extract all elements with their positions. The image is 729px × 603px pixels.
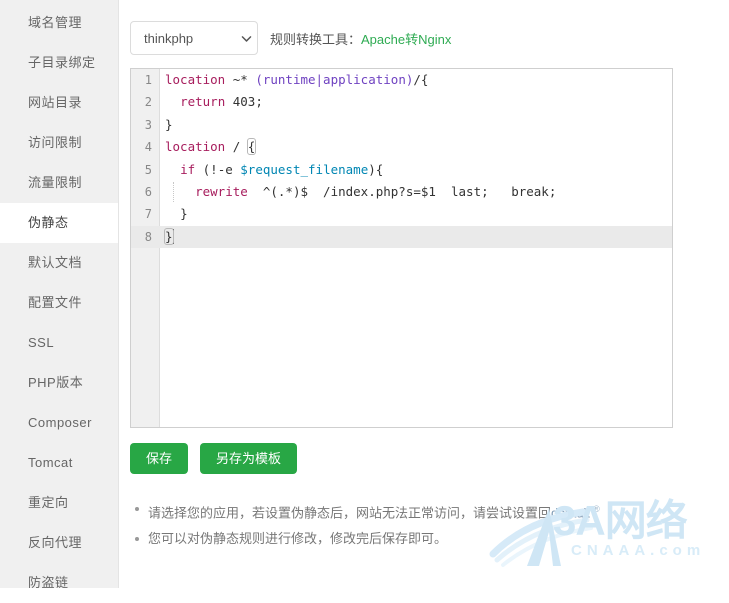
registered-mark-icon: ®	[593, 504, 600, 514]
chevron-down-icon	[235, 32, 257, 45]
action-buttons: 保存 另存为模板	[130, 443, 298, 474]
token-operator: ~*	[225, 72, 256, 87]
application-select-value: thinkphp	[144, 30, 194, 46]
code-line[interactable]: 2 return 403;	[131, 91, 672, 113]
line-content: location ~* (runtime|application)/{	[159, 69, 428, 91]
sidebar-item-reverse-proxy[interactable]: 反向代理	[0, 523, 118, 563]
pseudo-static-code-editor[interactable]: 1 location ~* (runtime|application)/{ 2 …	[130, 68, 673, 428]
token-keyword: rewrite	[195, 183, 248, 199]
code-line[interactable]: 4 location / {	[131, 136, 672, 158]
sidebar-item-default-document[interactable]: 默认文档	[0, 243, 118, 283]
token-brace: }	[180, 206, 188, 222]
token-keyword: return	[180, 94, 226, 110]
line-number: 1	[144, 73, 152, 87]
sidebar-item-website-directory[interactable]: 网站目录	[0, 83, 118, 123]
code-line[interactable]: 6 rewrite ^(.*)$ /index.php?s=$1 last; b…	[131, 181, 672, 203]
sidebar-item-composer[interactable]: Composer	[0, 403, 118, 443]
sidebar-item-traffic-limit[interactable]: 流量限制	[0, 163, 118, 203]
line-content: return 403;	[159, 91, 263, 113]
rule-converter-text: 规则转换工具：	[270, 31, 362, 47]
token-number: 403;	[225, 94, 263, 110]
line-number: 8	[144, 229, 152, 244]
line-content: rewrite ^(.*)$ /index.php?s=$1 last; bre…	[159, 181, 556, 203]
indent-guide	[173, 181, 174, 202]
token-path: /	[225, 139, 248, 155]
code-line[interactable]: 1 location ~* (runtime|application)/{	[131, 69, 672, 91]
sidebar: 域名管理 子目录绑定 网站目录 访问限制 流量限制 伪静态 默认文档 配置文件 …	[0, 0, 119, 590]
note-item: 您可以对伪静态规则进行修改，修改完后保存即可。	[135, 526, 600, 552]
token-tail: ){	[368, 161, 384, 177]
token-keyword: location	[165, 139, 226, 155]
sidebar-item-domain-management[interactable]: 域名管理	[0, 3, 118, 43]
line-content: }	[165, 116, 173, 132]
token-brace-match: {	[246, 138, 257, 156]
page-root: 域名管理 子目录绑定 网站目录 访问限制 流量限制 伪静态 默认文档 配置文件 …	[0, 0, 729, 590]
sidebar-item-php-version[interactable]: PHP版本	[0, 363, 118, 403]
line-number: 7	[144, 207, 152, 222]
application-select[interactable]: thinkphp	[130, 21, 258, 55]
code-lines: 1 location ~* (runtime|application)/{ 2 …	[131, 69, 672, 249]
code-area[interactable]: 1 location ~* (runtime|application)/{ 2 …	[131, 69, 672, 427]
line-content: location / {	[159, 136, 257, 158]
text-cursor	[172, 228, 174, 244]
token-condition: (!-e	[195, 161, 241, 177]
toolbar: thinkphp 规则转换工具：Apache转Nginx	[119, 0, 729, 57]
line-number: 2	[144, 95, 152, 110]
note-highlight: default	[551, 505, 591, 521]
sidebar-item-tomcat[interactable]: Tomcat	[0, 443, 118, 483]
line-number: 5	[144, 162, 152, 177]
code-line[interactable]: 3 }	[131, 114, 672, 136]
token-group: (runtime|application)	[255, 72, 414, 87]
sidebar-item-redirect[interactable]: 重定向	[0, 483, 118, 523]
sidebar-item-ssl[interactable]: SSL	[0, 323, 118, 363]
help-notes: 请选择您的应用，若设置伪静态后，网站无法正常访问，请尝试设置回default ® …	[130, 496, 600, 552]
note-item: 请选择您的应用，若设置伪静态后，网站无法正常访问，请尝试设置回default ®	[135, 496, 600, 526]
line-number: 4	[144, 140, 152, 155]
line-number: 3	[144, 117, 152, 132]
code-line[interactable]: 5 if (!-e $request_filename){	[131, 159, 672, 181]
sidebar-item-access-restriction[interactable]: 访问限制	[0, 123, 118, 163]
note-text: 您可以对伪静态规则进行修改，修改完后保存即可。	[148, 531, 448, 547]
line-number: 6	[144, 184, 152, 199]
sidebar-item-pseudo-static[interactable]: 伪静态	[0, 203, 118, 243]
rule-converter-label: 规则转换工具：Apache转Nginx	[270, 29, 451, 48]
apache-to-nginx-link[interactable]: Apache转Nginx	[361, 32, 451, 47]
note-text: 请选择您的应用，若设置伪静态后，网站无法正常访问，请尝试设置回	[148, 505, 552, 521]
sidebar-item-subdirectory-binding[interactable]: 子目录绑定	[0, 43, 118, 83]
code-line[interactable]: 7 }	[131, 203, 672, 225]
line-content: }	[159, 203, 188, 225]
line-content: if (!-e $request_filename){	[159, 159, 383, 181]
sidebar-item-anti-leech[interactable]: 防盗链	[0, 563, 118, 603]
main-panel: thinkphp 规则转换工具：Apache转Nginx 1 location …	[119, 0, 729, 588]
token-keyword: if	[180, 161, 196, 177]
code-line-active[interactable]: 8 }	[131, 225, 672, 249]
token-tail: /{	[413, 72, 429, 87]
token-brace-match: }	[164, 227, 174, 245]
save-as-template-button[interactable]: 另存为模板	[200, 443, 298, 474]
token-rewrite-args: ^(.*)$ /index.php?s=$1 last; break;	[247, 183, 557, 199]
sidebar-item-config-file[interactable]: 配置文件	[0, 283, 118, 323]
token-variable: $request_filename	[240, 161, 369, 177]
token-keyword: location	[165, 72, 226, 87]
save-button[interactable]: 保存	[130, 443, 189, 474]
line-content: }	[159, 226, 174, 248]
